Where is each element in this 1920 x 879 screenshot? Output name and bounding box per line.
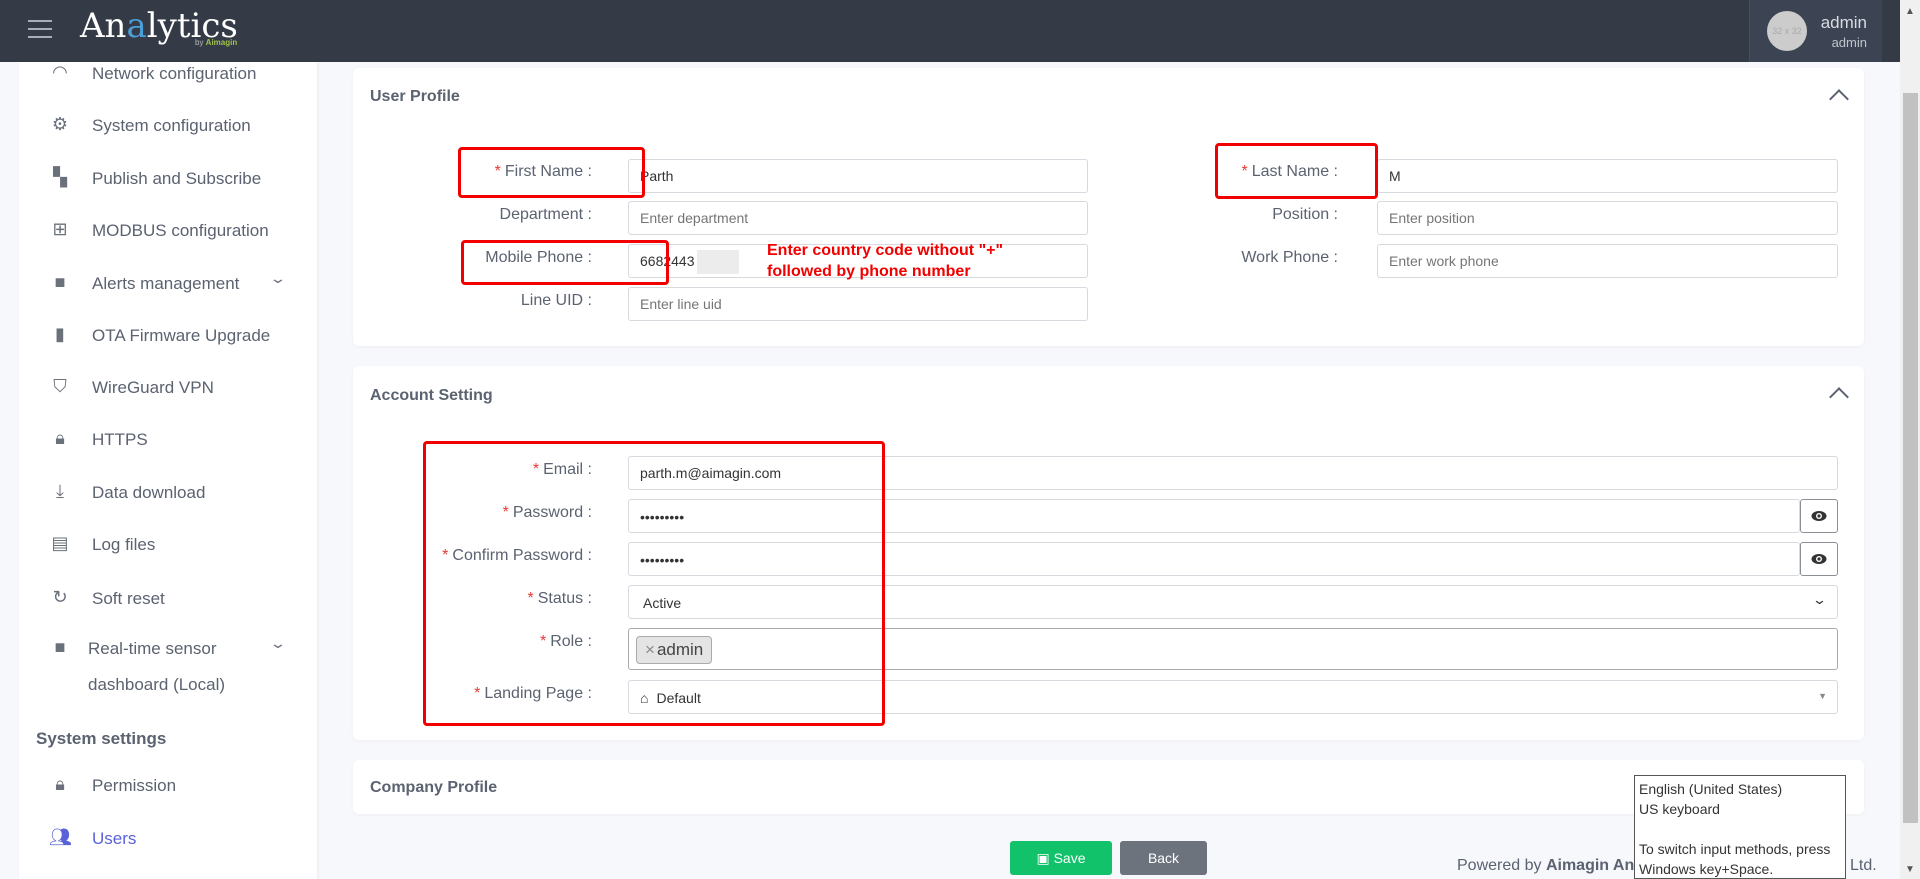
card-title: Company Profile [370,779,498,796]
sitemap-icon: ▚ [53,167,67,187]
lock-icon: 🔒︎ [55,428,65,448]
role-tag: × admin [636,636,713,664]
password-label: * Password : [502,504,592,521]
scrollbar-thumb[interactable] [1903,93,1918,823]
password-input[interactable]: ••••••••• [628,499,1800,533]
status-label: * Status : [527,590,592,607]
confirm-password-input[interactable]: ••••••••• [628,542,1800,576]
hamburger-menu-icon[interactable] [28,20,52,40]
position-input[interactable] [1377,201,1838,235]
user-menu[interactable]: 32 x 32 admin admin [1749,0,1882,62]
eye-icon [1811,511,1827,521]
scroll-up-arrow-icon[interactable]: ▲ [1905,6,1915,17]
sidebar-item-system-configuration[interactable]: ⚙ System configuration [19,106,317,146]
eye-icon [1811,554,1827,564]
save-icon: ▣ [1036,850,1054,866]
chip-icon: ▮ [55,324,65,344]
sidebar-item-ota-firmware-upgrade[interactable]: ▮ OTA Firmware Upgrade [19,316,317,356]
network-icon: ⊞ [52,219,68,239]
email-input[interactable] [628,456,1838,490]
caret-down-icon: ▼ [1818,691,1827,701]
avatar: 32 x 32 [1767,11,1807,51]
sidebar-item-modbus-configuration[interactable]: ⊞ MODBUS configuration [19,211,317,251]
landing-page-label: * Landing Page : [474,685,592,702]
download-icon: ⤓ [56,481,64,501]
sidebar-item-publish-subscribe[interactable]: ▚ Publish and Subscribe [19,159,317,199]
sidebar-item-network-configuration[interactable]: ◠ Network configuration [19,54,317,94]
section-title-system-settings: System settings [36,729,167,748]
redo-icon: ↻ [52,587,68,607]
email-label: * Email : [532,461,592,478]
line-uid-input[interactable] [628,287,1088,321]
work-phone-input[interactable] [1377,244,1838,278]
sidebar: ◠ Network configuration ⚙ System configura… [19,62,317,879]
status-select[interactable]: Active ⌄ [628,585,1838,619]
confirm-password-label: * Confirm Password : [442,547,592,564]
lock-icon: 🔒︎ [55,774,65,794]
role-multiselect[interactable]: × admin [628,628,1838,670]
department-input[interactable] [628,201,1088,235]
chevron-down-icon: ⌄ [269,270,287,286]
sidebar-item-soft-reset[interactable]: ↻ Soft reset [19,579,317,619]
home-icon: ⌂ [640,690,649,706]
wifi-icon: ◠ [52,62,68,82]
department-label: Department : [499,206,592,223]
position-label: Position : [1272,206,1338,223]
scroll-down-arrow-icon[interactable]: ▼ [1905,864,1915,875]
first-name-input[interactable] [628,159,1088,193]
redacted-area [697,250,739,274]
sidebar-item-data-download[interactable]: ⤓ Data download [19,473,317,513]
mobile-phone-label: Mobile Phone : [485,249,592,266]
gear-icon: ⚙ [51,114,69,134]
card-title: Account Setting [370,387,493,404]
footer-text: Powered by Aimagin An [1457,857,1635,874]
work-phone-label: Work Phone : [1241,249,1338,266]
sidebar-item-realtime-dashboard[interactable]: ■ Real-time sensor dashboard (Local) ⌄ [19,629,317,709]
first-name-label: * First Name : [494,163,592,180]
chevron-down-icon: ⌄ [1811,592,1828,607]
annotation-phone-hint: Enter country code without "+" followed b… [767,242,1004,280]
show-password-button[interactable] [1800,499,1838,533]
chevron-up-icon[interactable] [1829,387,1849,407]
remove-tag-icon[interactable]: × [645,640,655,659]
chevron-down-icon: ⌄ [269,635,287,651]
back-button[interactable]: Back [1120,841,1207,875]
landing-page-select[interactable]: ⌂ Default ▼ [628,680,1838,714]
chevron-up-icon[interactable] [1829,89,1849,109]
users-icon: 👥︎ [49,827,72,847]
file-icon: ▤ [51,533,69,553]
user-role: admin [1831,35,1867,50]
sidebar-item-log-files[interactable]: ▤ Log files [19,525,317,565]
card-title: User Profile [370,88,460,105]
sidebar-item-users[interactable]: 👥︎ Users [19,819,317,859]
sidebar-item-wireguard-vpn[interactable]: ⛉ WireGuard VPN [19,368,317,408]
footer-text-suffix: Ltd. [1850,857,1877,874]
logo-subtitle: by Aimagin [195,38,238,47]
last-name-input[interactable] [1377,159,1838,193]
shield-icon: ⛉ [53,376,67,396]
folder-icon: ■ [54,272,66,292]
scrollbar[interactable]: ▲ ▼ [1900,0,1920,879]
sidebar-item-permission[interactable]: 🔒︎ Permission [19,766,317,806]
role-label: * Role : [539,633,592,650]
user-name: admin [1820,13,1867,32]
ime-tooltip: English (United States) US keyboard To sw… [1634,775,1846,879]
folder-icon: ■ [54,637,66,657]
sidebar-item-https[interactable]: 🔒︎ HTTPS [19,420,317,460]
sidebar-item-alerts-management[interactable]: ■ Alerts management ⌄ [19,264,317,304]
last-name-label: * Last Name : [1241,163,1339,180]
save-button[interactable]: ▣ Save [1010,841,1112,875]
top-header: Analytics by Aimagin 32 x 32 admin admin [0,0,1900,62]
line-uid-label: Line UID : [520,292,592,309]
show-confirm-password-button[interactable] [1800,542,1838,576]
